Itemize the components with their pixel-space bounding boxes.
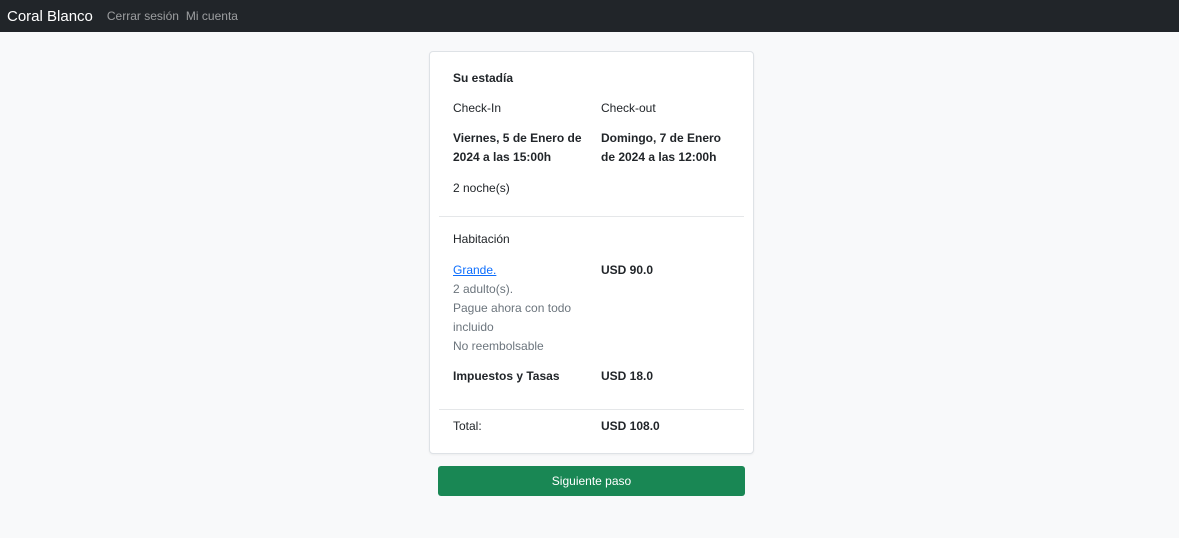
brand-link[interactable]: Coral Blanco bbox=[7, 8, 93, 25]
section-divider bbox=[439, 409, 744, 410]
section-divider bbox=[439, 216, 744, 217]
stay-heading: Su estadía bbox=[453, 71, 514, 85]
logout-link[interactable]: Cerrar sesión bbox=[107, 9, 179, 23]
checkout-label: Check-out bbox=[601, 101, 656, 115]
checkin-label: Check-In bbox=[453, 101, 502, 115]
checkin-date: Viernes, 5 de Enero de 2024 a las 15:00h bbox=[453, 129, 582, 167]
room-refund-policy: No reembolsable bbox=[453, 339, 544, 353]
nights-count: 2 noche(s) bbox=[453, 181, 510, 195]
checkout-date-line2: de 2024 a las 12:00h bbox=[601, 150, 717, 164]
total-label: Total: bbox=[453, 419, 482, 433]
total-value: USD 108.0 bbox=[601, 419, 660, 433]
room-adults: 2 adulto(s). bbox=[453, 282, 514, 296]
room-plan-line2: incluido bbox=[453, 320, 494, 334]
booking-summary-card: Su estadía Check-In Check-out Viernes, 5… bbox=[429, 51, 754, 454]
room-plan-line1: Pague ahora con todo bbox=[453, 301, 572, 315]
checkout-date: Domingo, 7 de Enero de 2024 a las 12:00h bbox=[601, 129, 721, 167]
checkin-date-line1: Viernes, 5 de Enero de bbox=[453, 131, 582, 145]
top-navbar: Coral Blanco Cerrar sesión Mi cuenta bbox=[0, 0, 1179, 32]
next-step-button[interactable]: Siguiente paso bbox=[438, 466, 745, 496]
room-heading: Habitación bbox=[453, 232, 510, 246]
room-details: Grande. 2 adulto(s). Pague ahora con tod… bbox=[453, 261, 571, 356]
room-price: USD 90.0 bbox=[601, 263, 654, 277]
taxes-value: USD 18.0 bbox=[601, 369, 654, 383]
taxes-label: Impuestos y Tasas bbox=[453, 369, 560, 383]
room-name-link[interactable]: Grande. bbox=[453, 263, 496, 277]
account-link[interactable]: Mi cuenta bbox=[186, 9, 238, 23]
checkin-date-line2: 2024 a las 15:00h bbox=[453, 150, 552, 164]
checkout-date-line1: Domingo, 7 de Enero bbox=[601, 131, 722, 145]
